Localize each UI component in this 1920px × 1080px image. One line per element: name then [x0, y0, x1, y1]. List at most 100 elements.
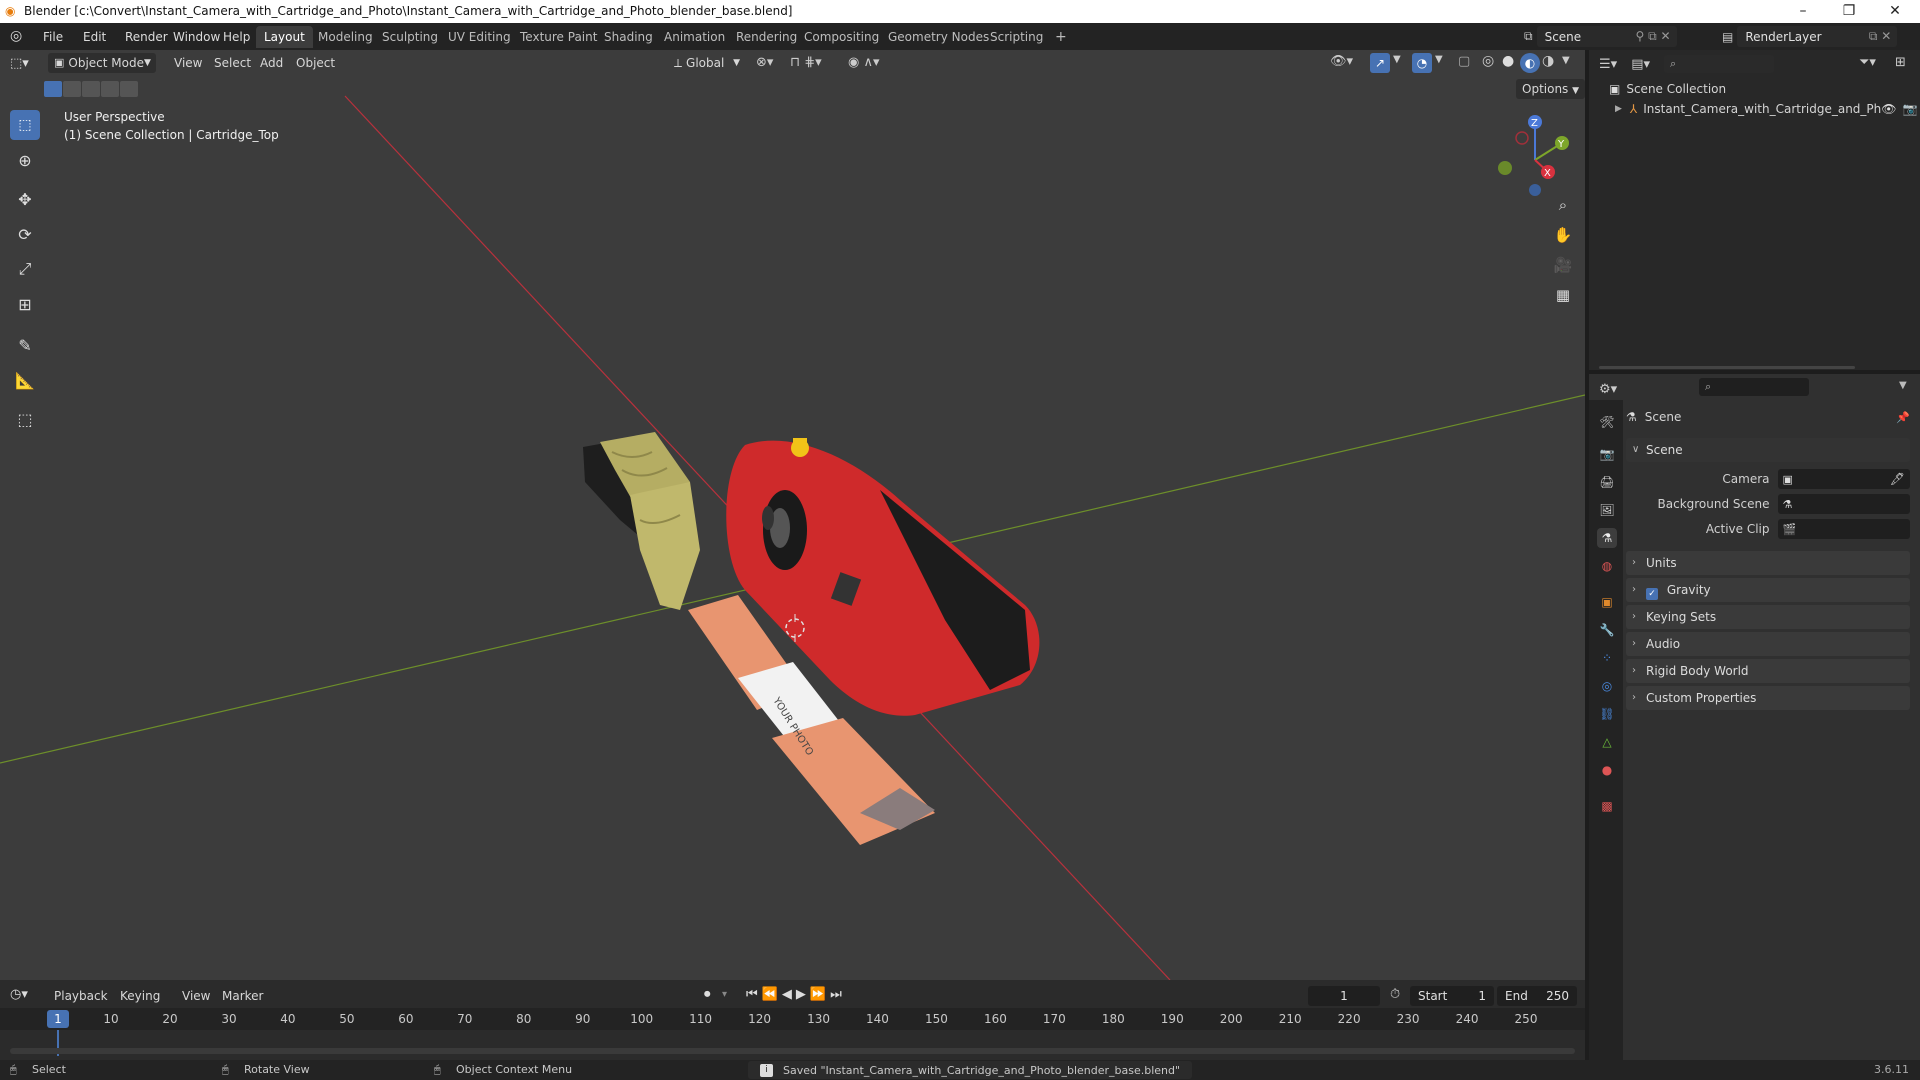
tab-uv-editing[interactable]: UV Editing	[440, 26, 519, 48]
pivot-icon[interactable]: ⊗▾	[756, 55, 773, 70]
scale-tool[interactable]: ⤢	[10, 254, 40, 284]
timeline-scrollbar[interactable]	[10, 1048, 1575, 1054]
scene-selector[interactable]: ⧉ Scene ⚲ ⧉ ✕	[1524, 26, 1677, 47]
outliner-item[interactable]: ▶ ⅄ Instant_Camera_with_Cartridge_and_Ph…	[1615, 99, 1917, 119]
annotate-tool[interactable]: ✎	[10, 330, 40, 360]
add-workspace-button[interactable]: +	[1048, 28, 1074, 46]
viewport-menu-add[interactable]: Add	[254, 53, 289, 73]
tab-texture-paint[interactable]: Texture Paint	[512, 26, 605, 48]
wireframe-shading-icon[interactable]: ◎	[1482, 53, 1494, 69]
panel-audio[interactable]: › Audio	[1626, 632, 1910, 656]
current-frame-marker[interactable]: 1	[47, 1010, 69, 1028]
3d-viewport[interactable]: YOUR PHOTO ⬚▾ ▣ Object Mode ▼ ⟂ Global ▼…	[0, 50, 1585, 980]
clock-icon[interactable]: ⏱	[1390, 987, 1400, 1002]
world-tab[interactable]: ◍	[1597, 556, 1617, 576]
camera-view-button[interactable]: 🎥	[1550, 252, 1576, 278]
pan-view-button[interactable]: ✋	[1550, 222, 1576, 248]
material-shading-icon[interactable]: ◐	[1520, 53, 1540, 73]
outliner-editor-icon[interactable]: ☰▾	[1599, 57, 1617, 72]
camera-field[interactable]: ▣ 🖋	[1777, 469, 1910, 489]
tab-animation[interactable]: Animation	[656, 26, 733, 48]
zoom-view-button[interactable]: ⌕	[1550, 192, 1576, 218]
maximize-button[interactable]: ❐	[1826, 0, 1872, 23]
tab-geometry-nodes[interactable]: Geometry Nodes	[880, 26, 997, 48]
current-frame-field[interactable]: 1	[1308, 986, 1380, 1006]
chevron-down-icon[interactable]: ▼	[1899, 380, 1907, 391]
panel-rigid-body-world[interactable]: › Rigid Body World	[1626, 659, 1910, 683]
chevron-down-icon[interactable]: ▼	[1435, 54, 1443, 65]
gravity-checkbox[interactable]: ✓	[1646, 588, 1658, 600]
texture-tab[interactable]: ▩	[1597, 796, 1617, 816]
menu-edit[interactable]: Edit	[76, 28, 113, 46]
modifier-tab[interactable]: 🔧	[1597, 620, 1617, 640]
tab-sculpting[interactable]: Sculpting	[374, 26, 446, 48]
data-tab[interactable]: △	[1597, 732, 1617, 752]
select-intersect-icon[interactable]	[120, 81, 138, 97]
tab-compositing[interactable]: Compositing	[796, 26, 887, 48]
new-collection-icon[interactable]: ⊞	[1895, 55, 1906, 70]
perspective-toggle-button[interactable]: ▦	[1550, 282, 1576, 308]
background-scene-field[interactable]: ⚗	[1777, 494, 1910, 514]
timeline-menu-view[interactable]: View	[176, 986, 216, 1006]
scene-tab[interactable]: ⚗	[1597, 528, 1617, 548]
editor-type-button[interactable]: ⬚▾	[10, 53, 29, 73]
outliner-scrollbar[interactable]	[1599, 366, 1855, 369]
active-clip-field[interactable]: 🎬	[1777, 519, 1910, 539]
end-frame-field[interactable]: End 250	[1497, 986, 1577, 1006]
outliner-root[interactable]: ▣ Scene Collection	[1609, 79, 1726, 99]
add-cube-tool[interactable]: ⬚	[10, 404, 40, 434]
transform-orientation[interactable]: ⟂ Global ▼	[668, 53, 746, 73]
tab-scripting[interactable]: Scripting	[982, 26, 1051, 48]
start-frame-field[interactable]: Start 1	[1410, 986, 1494, 1006]
menu-help[interactable]: Help	[216, 28, 257, 46]
visibility-icon[interactable]: 👁▾	[1330, 54, 1353, 69]
overlay-toggle-icon[interactable]: ◔	[1412, 53, 1432, 73]
panel-gravity[interactable]: › ✓ Gravity	[1626, 578, 1910, 602]
panel-scene[interactable]: ∨ Scene	[1626, 438, 1910, 462]
status-report[interactable]: i Saved "Instant_Camera_with_Cartridge_a…	[748, 1061, 1193, 1079]
proportional-edit-icon[interactable]: ◉ ∧▾	[848, 55, 880, 70]
viewport-menu-select[interactable]: Select	[208, 53, 257, 73]
viewport-menu-view[interactable]: View	[168, 53, 208, 73]
close-button[interactable]: ✕	[1872, 0, 1918, 23]
filter-icon[interactable]: ⏷▾	[1859, 55, 1876, 70]
cursor-tool[interactable]: ⊕	[10, 145, 40, 175]
snap-icon[interactable]: ⊓ ⋕▾	[790, 55, 822, 70]
viewport-menu-object[interactable]: Object	[290, 53, 341, 73]
rendered-shading-icon[interactable]: ◑	[1542, 53, 1554, 69]
blender-menu-icon[interactable]: ◎	[10, 28, 22, 44]
properties-editor-icon[interactable]: ⚙▾	[1599, 382, 1617, 397]
eye-icon[interactable]: 👁	[1881, 102, 1896, 116]
tool-tab[interactable]: 🛠	[1597, 412, 1617, 432]
outliner-search-input[interactable]: ⌕	[1664, 55, 1774, 73]
timeline-menu-playback[interactable]: Playback	[48, 986, 114, 1006]
gizmo-toggle-icon[interactable]: ↗	[1370, 53, 1390, 73]
solid-shading-icon[interactable]: ●	[1502, 53, 1514, 69]
minimize-button[interactable]: –	[1780, 0, 1826, 23]
panel-units[interactable]: › Units	[1626, 551, 1910, 575]
panel-keying-sets[interactable]: › Keying Sets	[1626, 605, 1910, 629]
measure-tool[interactable]: 📐	[10, 365, 40, 395]
constraints-tab[interactable]: ⛓	[1597, 704, 1617, 724]
record-icon[interactable]: ⏺	[704, 987, 711, 1002]
select-new-icon[interactable]	[44, 81, 62, 97]
rotate-tool[interactable]: ⟳	[10, 219, 40, 249]
transform-tool[interactable]: ⊞	[10, 289, 40, 319]
chevron-down-icon[interactable]: ▾	[722, 989, 727, 1000]
timeline-editor-icon[interactable]: ◷▾	[10, 987, 28, 1002]
view-layer-actions-icon[interactable]: ⧉ ✕	[1869, 29, 1891, 44]
tab-layout[interactable]: Layout	[256, 26, 313, 48]
navigation-gizmo[interactable]: Z Y X	[1490, 110, 1580, 200]
render-tab[interactable]: 📷	[1597, 444, 1617, 464]
output-tab[interactable]: 🖨	[1597, 472, 1617, 492]
expand-arrow-icon[interactable]: ▶	[1615, 104, 1622, 114]
options-button[interactable]: Options ▼	[1516, 79, 1585, 99]
properties-search-input[interactable]: ⌕	[1699, 378, 1809, 396]
panel-custom-properties[interactable]: › Custom Properties	[1626, 686, 1910, 710]
menu-file[interactable]: File	[36, 28, 70, 46]
view-layer-selector[interactable]: ▤ RenderLayer ⧉ ✕	[1722, 26, 1898, 47]
particles-tab[interactable]: ⁘	[1597, 648, 1617, 668]
pin-icon[interactable]: ⚲ ⧉ ✕	[1636, 29, 1671, 44]
timeline-menu-marker[interactable]: Marker	[216, 986, 269, 1006]
material-tab[interactable]: ●	[1597, 760, 1617, 780]
